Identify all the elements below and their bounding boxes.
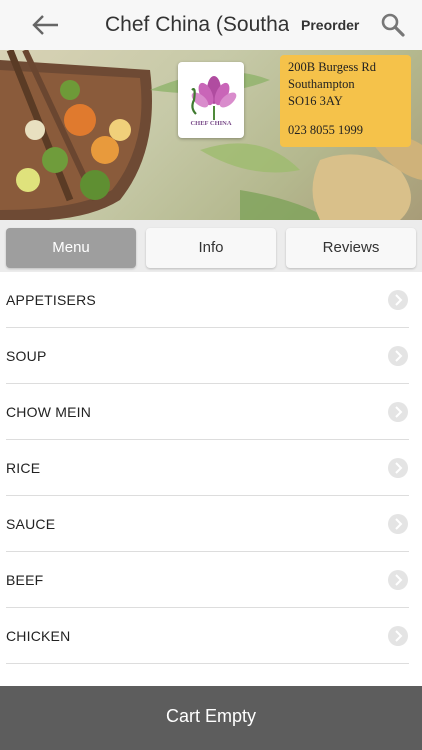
- chevron-right-icon: [388, 458, 408, 478]
- restaurant-logo: CHEF CHINA: [178, 62, 244, 138]
- chevron-right-icon: [388, 570, 408, 590]
- tab-bar: Menu Info Reviews: [0, 220, 422, 272]
- chevron-right-icon: [388, 626, 408, 646]
- restaurant-banner: CHEF CHINA 200B Burgess Rd Southampton S…: [0, 50, 422, 220]
- address-line-2: Southampton: [288, 77, 355, 91]
- menu-item-chicken[interactable]: CHICKEN: [6, 608, 409, 664]
- menu-item-soup[interactable]: SOUP: [6, 328, 409, 384]
- search-button[interactable]: [380, 12, 406, 38]
- cart-button[interactable]: Cart Empty: [0, 686, 422, 750]
- menu-category-list: APPETISERS SOUP CHOW MEIN RICE SAUCE BEE…: [0, 272, 422, 664]
- tab-reviews[interactable]: Reviews: [286, 228, 416, 268]
- search-icon: [381, 13, 405, 37]
- menu-item-label: BEEF: [6, 572, 44, 588]
- app-header: Chef China (Southampton) Preorder: [0, 0, 422, 51]
- preorder-button[interactable]: Preorder: [301, 15, 359, 35]
- menu-item-rice[interactable]: RICE: [6, 440, 409, 496]
- phone-number[interactable]: 023 8055 1999: [288, 122, 403, 139]
- menu-item-label: SAUCE: [6, 516, 56, 532]
- chevron-right-icon: [388, 346, 408, 366]
- logo-text: CHEF CHINA: [190, 120, 232, 127]
- arrow-left-icon: [32, 15, 58, 35]
- menu-item-beef[interactable]: BEEF: [6, 552, 409, 608]
- menu-item-label: APPETISERS: [6, 292, 96, 308]
- address-line-3: SO16 3AY: [288, 94, 343, 108]
- lotus-logo-icon: [191, 76, 237, 120]
- page-title: Chef China (Southampton): [105, 13, 289, 36]
- menu-item-label: SOUP: [6, 348, 47, 364]
- tab-info[interactable]: Info: [146, 228, 276, 268]
- menu-item-label: CHICKEN: [6, 628, 71, 644]
- back-button[interactable]: [30, 12, 62, 38]
- menu-item-sauce[interactable]: SAUCE: [6, 496, 409, 552]
- menu-item-label: RICE: [6, 460, 41, 476]
- chevron-right-icon: [388, 514, 408, 534]
- tab-menu[interactable]: Menu: [6, 228, 136, 268]
- address-line-1: 200B Burgess Rd: [288, 60, 376, 74]
- menu-item-appetisers[interactable]: APPETISERS: [6, 272, 409, 328]
- menu-item-chow-mein[interactable]: CHOW MEIN: [6, 384, 409, 440]
- menu-item-label: CHOW MEIN: [6, 404, 92, 420]
- chevron-right-icon: [388, 402, 408, 422]
- address-card: 200B Burgess Rd Southampton SO16 3AY 023…: [280, 55, 411, 147]
- chevron-right-icon: [388, 290, 408, 310]
